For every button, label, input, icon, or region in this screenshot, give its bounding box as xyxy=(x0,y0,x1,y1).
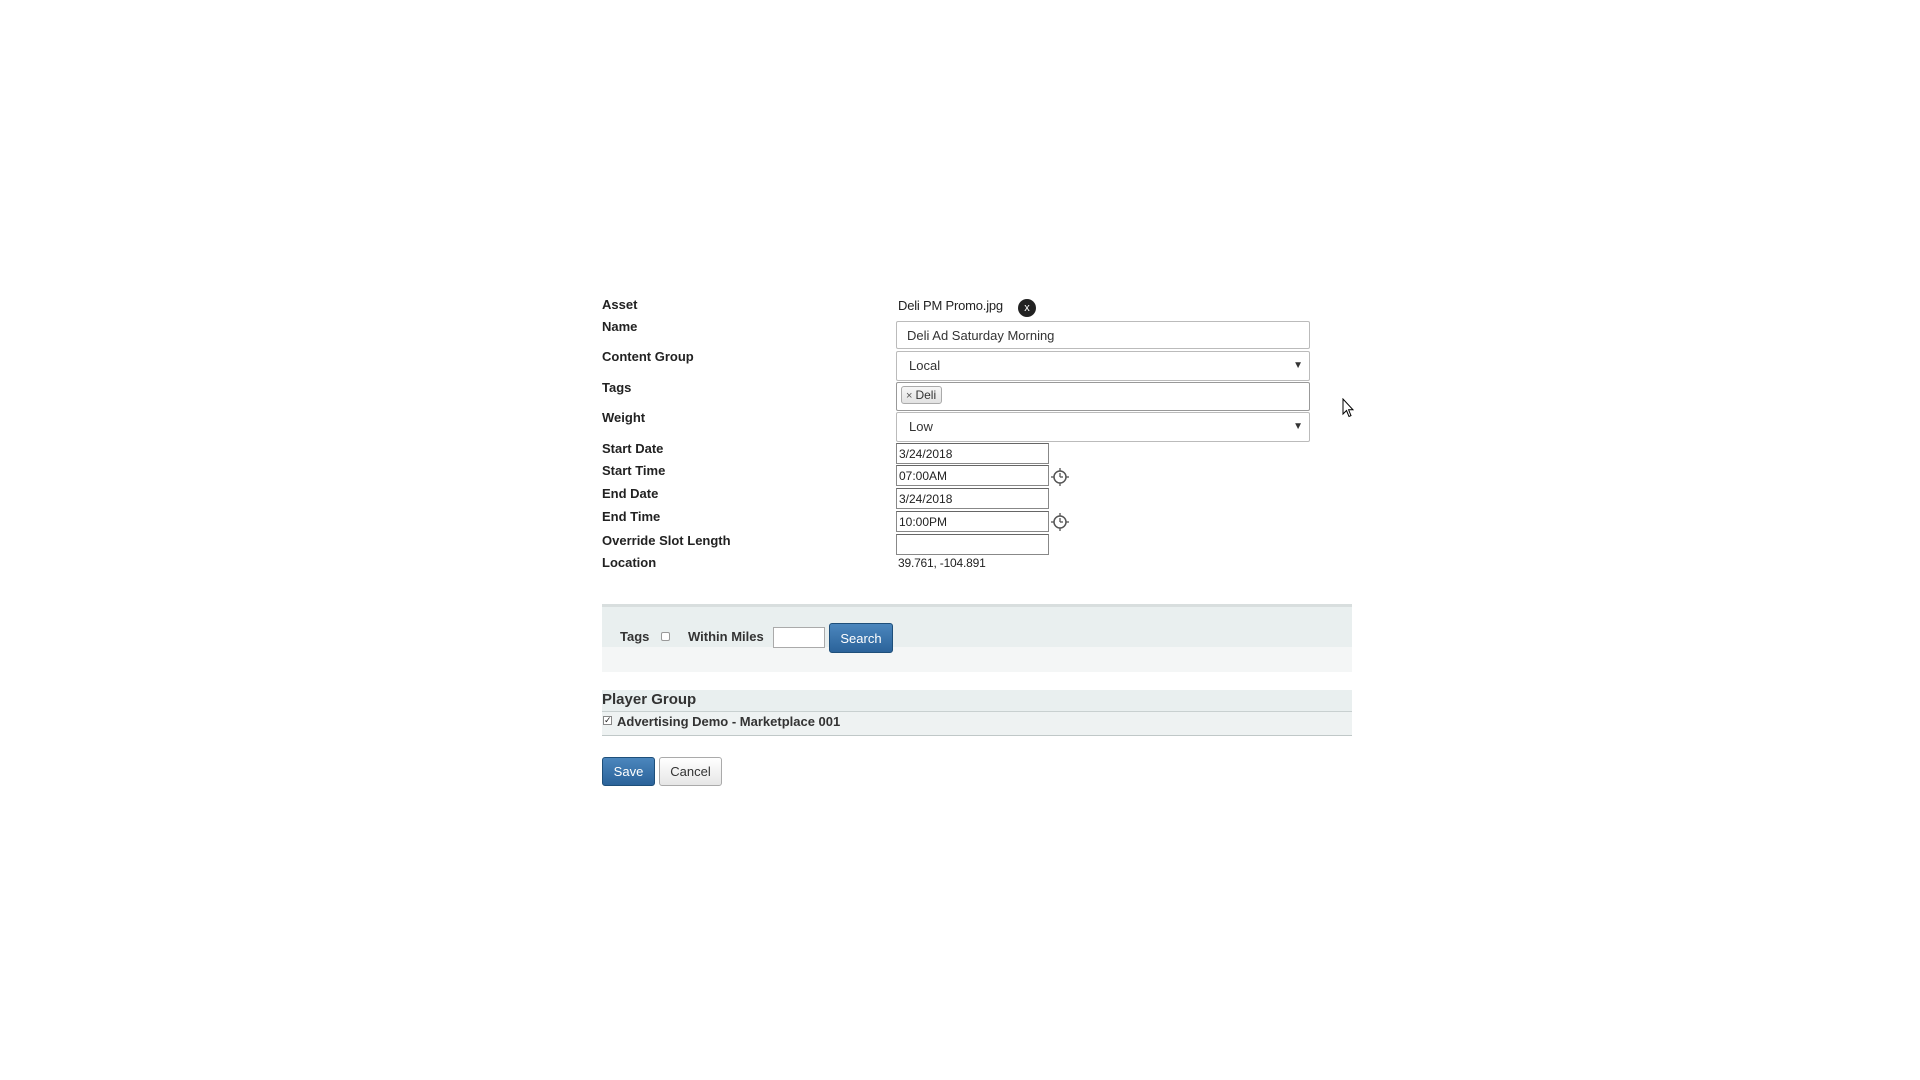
tags-label: Tags xyxy=(602,380,632,395)
search-tags-checkbox[interactable] xyxy=(661,632,670,641)
save-button[interactable]: Save xyxy=(602,757,655,786)
asset-remove-button[interactable]: x xyxy=(1018,299,1036,317)
content-group-value: Local xyxy=(909,358,941,373)
within-miles-input[interactable] xyxy=(773,627,825,648)
within-miles-label: Within Miles xyxy=(688,629,764,644)
clock-icon[interactable] xyxy=(1050,467,1070,487)
mouse-cursor-icon xyxy=(1342,398,1354,418)
weight-label: Weight xyxy=(602,410,646,425)
end-time-label: End Time xyxy=(602,509,661,524)
end-date-label: End Date xyxy=(602,486,659,501)
asset-filename: Deli PM Promo.jpg xyxy=(898,298,1003,313)
start-time-label: Start Time xyxy=(602,463,666,478)
list-item: ✓ Advertising Demo - Marketplace 001 xyxy=(602,712,1352,736)
weight-select[interactable]: Low ▼ xyxy=(896,412,1310,442)
tags-input[interactable]: × Deli xyxy=(896,382,1310,411)
override-slot-length-label: Override Slot Length xyxy=(602,533,731,548)
player-group-title: Player Group xyxy=(602,691,697,708)
cancel-button[interactable]: Cancel xyxy=(659,757,722,786)
player-group-item-label: Advertising Demo - Marketplace 001 xyxy=(617,714,841,729)
end-time-input[interactable] xyxy=(896,511,1049,532)
override-slot-length-input[interactable] xyxy=(896,534,1049,555)
player-group-header: Player Group xyxy=(602,690,1352,712)
content-group-select[interactable]: Local ▼ xyxy=(896,351,1310,381)
tag-remove-icon[interactable]: × xyxy=(906,390,912,402)
start-date-label: Start Date xyxy=(602,441,664,456)
weight-value: Low xyxy=(909,419,933,434)
search-tags-label: Tags xyxy=(620,629,650,644)
chevron-down-icon: ▼ xyxy=(1293,360,1303,371)
page: Asset Deli PM Promo.jpg x Name Content G… xyxy=(0,0,1920,1080)
search-button[interactable]: Search xyxy=(829,623,893,653)
start-date-input[interactable] xyxy=(896,443,1049,464)
tag-chip-label: Deli xyxy=(915,388,937,402)
start-time-input[interactable] xyxy=(896,465,1049,486)
location-label: Location xyxy=(602,555,657,570)
location-value: 39.761, -104.891 xyxy=(898,556,986,570)
name-input[interactable] xyxy=(896,321,1310,349)
clock-icon[interactable] xyxy=(1050,512,1070,532)
end-date-input[interactable] xyxy=(896,488,1049,509)
content-group-label: Content Group xyxy=(602,349,694,364)
player-group-checkbox[interactable]: ✓ xyxy=(603,716,612,725)
chevron-down-icon: ▼ xyxy=(1293,421,1303,432)
asset-label: Asset xyxy=(602,297,638,312)
tag-chip: × Deli xyxy=(901,386,943,404)
name-label: Name xyxy=(602,319,638,334)
